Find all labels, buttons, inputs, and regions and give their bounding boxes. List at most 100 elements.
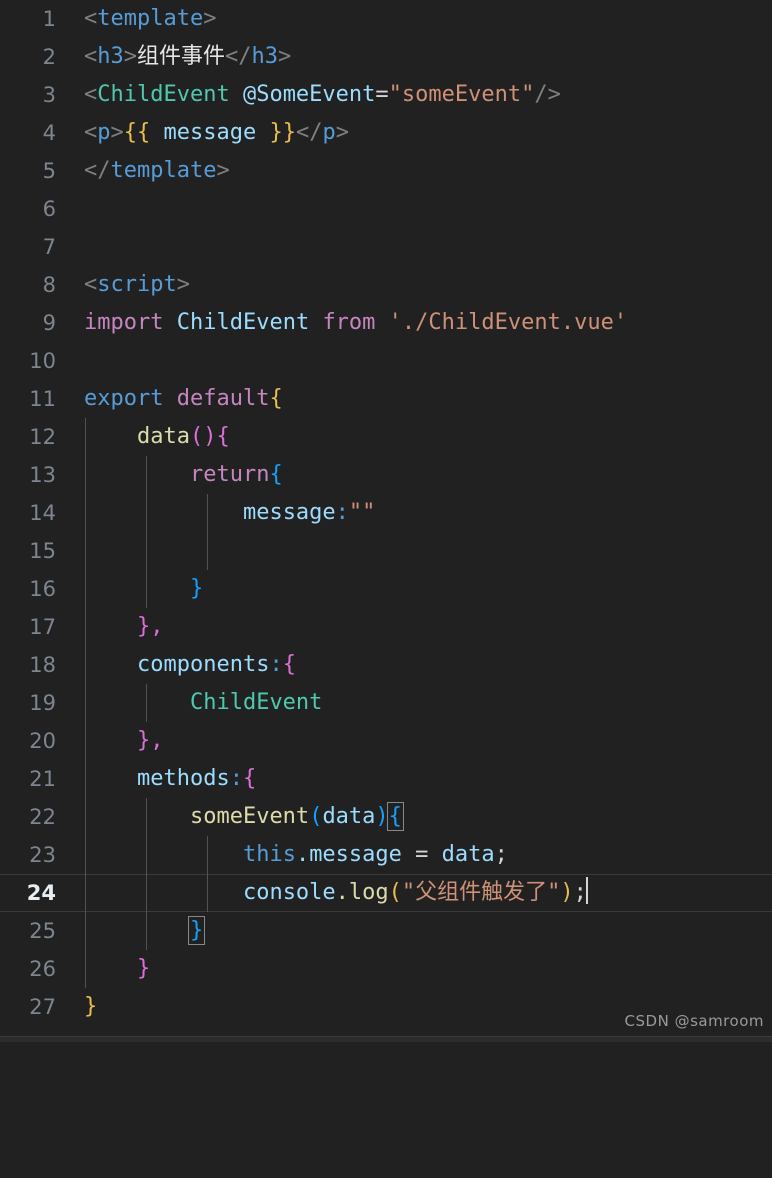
line-content[interactable]: methods:{ bbox=[84, 760, 772, 798]
code-line[interactable]: 3 <ChildEvent @SomeEvent="someEvent"/> bbox=[0, 76, 772, 114]
line-number[interactable]: 22 bbox=[0, 798, 56, 836]
line-content bbox=[84, 228, 772, 266]
code-line[interactable]: 14 message:"" bbox=[0, 494, 772, 532]
code-line[interactable]: 8 <script> bbox=[0, 266, 772, 304]
code-line[interactable]: 16 } bbox=[0, 570, 772, 608]
token-operator: = bbox=[375, 82, 389, 107]
line-content[interactable]: console.log("父组件触发了"); bbox=[84, 874, 772, 912]
code-line[interactable]: 20 }, bbox=[0, 722, 772, 760]
line-number-active[interactable]: 24 bbox=[0, 874, 56, 912]
code-lines-container[interactable]: 1 <template> 2 <h3>组件事件</h3> 3 <ChildEve… bbox=[0, 0, 772, 1035]
token-brace-open: { bbox=[282, 652, 296, 677]
line-number[interactable]: 6 bbox=[0, 190, 56, 228]
line-number[interactable]: 19 bbox=[0, 684, 56, 722]
line-content[interactable]: ChildEvent bbox=[84, 684, 772, 722]
token-module-path: './ChildEvent.vue' bbox=[388, 310, 628, 335]
token-brace-close: } bbox=[136, 956, 151, 981]
line-content[interactable]: export default{ bbox=[84, 380, 772, 418]
token-keyword-import: import bbox=[84, 310, 164, 335]
line-content[interactable]: } bbox=[84, 570, 772, 608]
code-line-active[interactable]: 24 console.log("父组件触发了"); bbox=[0, 874, 772, 912]
code-line[interactable]: 23 this.message = data; bbox=[0, 836, 772, 874]
line-content[interactable]: components:{ bbox=[84, 646, 772, 684]
code-line[interactable]: 1 <template> bbox=[0, 0, 772, 38]
line-content[interactable]: } bbox=[84, 950, 772, 988]
token-brace-close: } bbox=[84, 994, 98, 1019]
line-number[interactable]: 9 bbox=[0, 304, 56, 342]
horizontal-scrollbar[interactable] bbox=[0, 1036, 772, 1042]
line-number[interactable]: 18 bbox=[0, 646, 56, 684]
line-number[interactable]: 4 bbox=[0, 114, 56, 152]
line-content[interactable]: this.message = data; bbox=[84, 836, 772, 874]
code-line[interactable]: 12 data(){ bbox=[0, 418, 772, 456]
code-line[interactable]: 11 export default{ bbox=[0, 380, 772, 418]
line-content[interactable]: }, bbox=[84, 608, 772, 646]
line-content[interactable]: } bbox=[84, 912, 772, 950]
code-line[interactable]: 5 </template> bbox=[0, 152, 772, 190]
code-line[interactable]: 26 } bbox=[0, 950, 772, 988]
line-number[interactable]: 26 bbox=[0, 950, 56, 988]
token-dot: . bbox=[335, 880, 349, 905]
line-number[interactable]: 7 bbox=[0, 228, 56, 266]
line-content[interactable]: </template> bbox=[84, 152, 772, 190]
token-punctuation: > bbox=[278, 44, 292, 69]
code-line[interactable]: 21 methods:{ bbox=[0, 760, 772, 798]
line-content[interactable]: <h3>组件事件</h3> bbox=[84, 38, 772, 76]
line-content[interactable]: <p>{{ message }}</p> bbox=[84, 114, 772, 152]
token-brace-close-matched: } bbox=[187, 916, 206, 945]
code-line[interactable]: 2 <h3>组件事件</h3> bbox=[0, 38, 772, 76]
line-number[interactable]: 12 bbox=[0, 418, 56, 456]
line-content[interactable]: import ChildEvent from './ChildEvent.vue… bbox=[84, 304, 772, 342]
line-number[interactable]: 1 bbox=[0, 0, 56, 38]
line-number[interactable]: 17 bbox=[0, 608, 56, 646]
line-content[interactable]: <script> bbox=[84, 266, 772, 304]
line-number[interactable]: 14 bbox=[0, 494, 56, 532]
code-line[interactable]: 6 bbox=[0, 190, 772, 228]
token-colon: : bbox=[269, 652, 283, 677]
line-number[interactable]: 5 bbox=[0, 152, 56, 190]
line-number[interactable]: 10 bbox=[0, 342, 56, 380]
code-line[interactable]: 17 }, bbox=[0, 608, 772, 646]
code-line[interactable]: 13 return{ bbox=[0, 456, 772, 494]
line-number[interactable]: 25 bbox=[0, 912, 56, 950]
token-interpolation-open: {{ bbox=[123, 120, 151, 145]
line-content[interactable]: data(){ bbox=[84, 418, 772, 456]
line-number[interactable]: 13 bbox=[0, 456, 56, 494]
line-number[interactable]: 20 bbox=[0, 722, 56, 760]
line-content[interactable]: <template> bbox=[84, 0, 772, 38]
line-content[interactable]: return{ bbox=[84, 456, 772, 494]
code-line[interactable]: 18 components:{ bbox=[0, 646, 772, 684]
line-number[interactable]: 23 bbox=[0, 836, 56, 874]
line-number[interactable]: 11 bbox=[0, 380, 56, 418]
line-number[interactable]: 3 bbox=[0, 76, 56, 114]
line-number[interactable]: 27 bbox=[0, 988, 56, 1026]
line-number[interactable]: 8 bbox=[0, 266, 56, 304]
token-comma: , bbox=[150, 728, 164, 753]
line-content[interactable]: <ChildEvent @SomeEvent="someEvent"/> bbox=[84, 76, 772, 114]
code-editor[interactable]: 1 <template> 2 <h3>组件事件</h3> 3 <ChildEve… bbox=[0, 0, 772, 1042]
code-line[interactable]: 19 ChildEvent bbox=[0, 684, 772, 722]
token-punctuation: </ bbox=[84, 158, 111, 183]
code-line[interactable]: 9 import ChildEvent from './ChildEvent.v… bbox=[0, 304, 772, 342]
code-line[interactable]: 15 bbox=[0, 532, 772, 570]
code-line[interactable]: 25 } bbox=[0, 912, 772, 950]
token-interpolation-expression: message bbox=[150, 120, 270, 145]
code-line[interactable]: 7 bbox=[0, 228, 772, 266]
line-number[interactable]: 16 bbox=[0, 570, 56, 608]
line-content[interactable]: message:"" bbox=[84, 494, 772, 532]
line-number[interactable]: 21 bbox=[0, 760, 56, 798]
line-content[interactable]: someEvent(data){ bbox=[84, 798, 772, 836]
line-number[interactable]: 2 bbox=[0, 38, 56, 76]
code-line[interactable]: 4 <p>{{ message }}</p> bbox=[0, 114, 772, 152]
token-keyword-default: default bbox=[176, 386, 270, 411]
code-line[interactable]: 10 bbox=[0, 342, 772, 380]
line-number[interactable]: 15 bbox=[0, 532, 56, 570]
code-line[interactable]: 22 someEvent(data){ bbox=[0, 798, 772, 836]
token-keyword-export: export bbox=[84, 386, 164, 411]
line-content[interactable]: }, bbox=[84, 722, 772, 760]
